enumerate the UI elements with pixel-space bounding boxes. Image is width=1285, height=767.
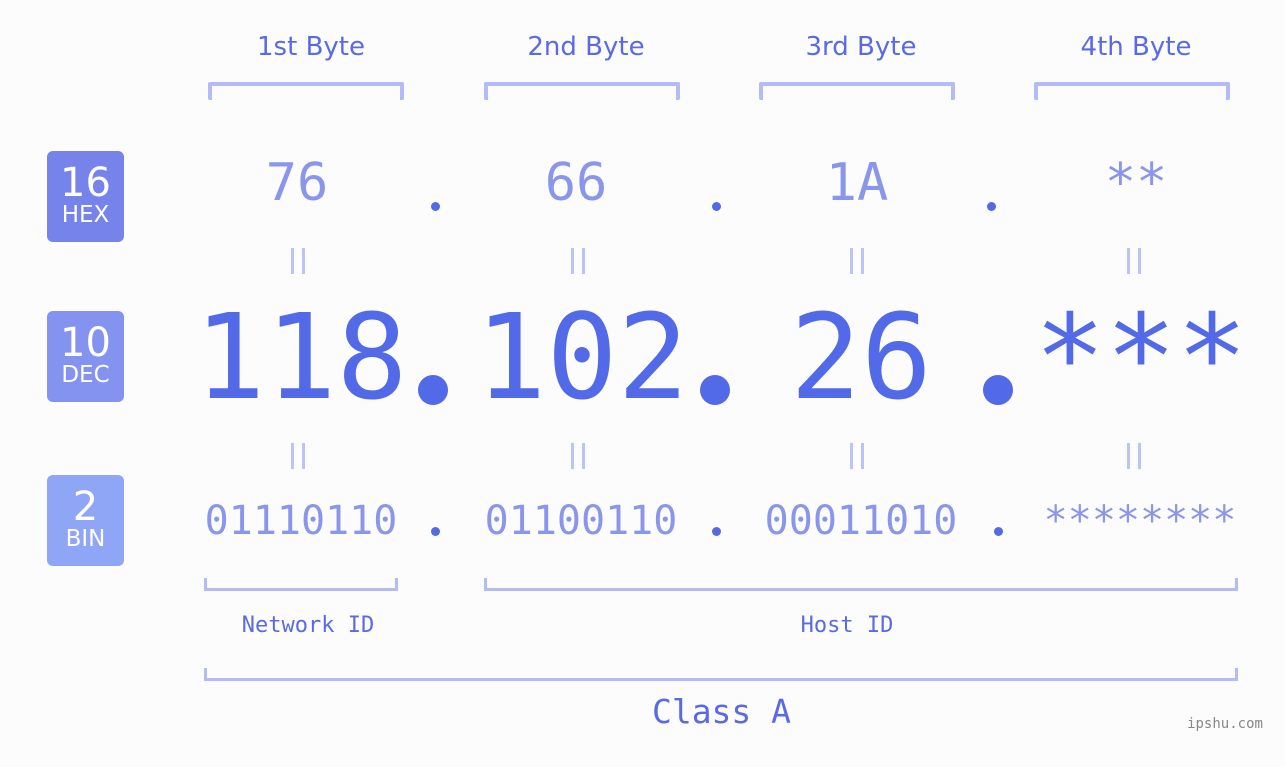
bin-base-label: BIN bbox=[65, 526, 106, 552]
bin-base-badge: 2 BIN bbox=[47, 475, 124, 566]
equals-icon bbox=[291, 248, 305, 274]
byte-bracket-1 bbox=[208, 82, 404, 100]
equals-icon bbox=[1127, 443, 1141, 469]
hex-value-4: ** bbox=[1104, 153, 1168, 213]
dec-separator-dot-1 bbox=[418, 375, 448, 405]
dec-value-4: *** bbox=[1034, 288, 1248, 426]
hex-base-label: HEX bbox=[61, 202, 110, 228]
byte-label-2: 2nd Byte bbox=[527, 32, 645, 62]
bin-value-3: 00011010 bbox=[764, 498, 958, 544]
dec-value-1: 118 bbox=[194, 288, 408, 426]
dec-value-2: 102 bbox=[475, 288, 689, 426]
class-bracket bbox=[204, 668, 1238, 681]
byte-label-3: 3rd Byte bbox=[805, 32, 917, 62]
bin-value-2: 01100110 bbox=[484, 498, 678, 544]
network-id-label: Network ID bbox=[241, 613, 375, 638]
byte-bracket-3 bbox=[759, 82, 955, 100]
hex-separator-dot-1 bbox=[431, 202, 440, 211]
bin-separator-dot-1 bbox=[431, 527, 440, 536]
hex-value-2: 66 bbox=[544, 153, 608, 213]
bin-value-4: ******** bbox=[1043, 498, 1237, 544]
equals-icon bbox=[850, 248, 864, 274]
watermark: ipshu.com bbox=[1187, 716, 1263, 732]
class-label: Class A bbox=[651, 692, 792, 731]
equals-icon bbox=[1127, 248, 1141, 274]
equals-icon bbox=[850, 443, 864, 469]
hex-value-1: 76 bbox=[265, 153, 329, 213]
hex-value-3: 1A bbox=[825, 153, 889, 213]
bin-separator-dot-2 bbox=[712, 527, 721, 536]
equals-icon bbox=[571, 248, 585, 274]
dec-base-badge: 10 DEC bbox=[47, 311, 124, 402]
hex-base-number: 16 bbox=[60, 160, 111, 206]
dec-separator-dot-3 bbox=[983, 375, 1013, 405]
hex-base-badge: 16 HEX bbox=[47, 151, 124, 242]
bin-base-number: 2 bbox=[72, 484, 99, 530]
byte-label-1: 1st Byte bbox=[257, 32, 365, 62]
dec-base-number: 10 bbox=[60, 320, 111, 366]
hex-separator-dot-2 bbox=[712, 202, 721, 211]
bin-separator-dot-3 bbox=[994, 527, 1003, 536]
byte-bracket-2 bbox=[484, 82, 680, 100]
bin-value-1: 01110110 bbox=[204, 498, 398, 544]
dec-value-3: 26 bbox=[789, 288, 933, 426]
dec-base-label: DEC bbox=[61, 362, 110, 388]
host-id-bracket bbox=[484, 578, 1238, 591]
host-id-label: Host ID bbox=[800, 613, 894, 638]
byte-label-4: 4th Byte bbox=[1080, 32, 1192, 62]
equals-icon bbox=[571, 443, 585, 469]
network-id-bracket bbox=[204, 578, 398, 591]
byte-bracket-4 bbox=[1034, 82, 1230, 100]
hex-separator-dot-3 bbox=[987, 202, 996, 211]
equals-icon bbox=[291, 443, 305, 469]
dec-separator-dot-2 bbox=[700, 375, 730, 405]
